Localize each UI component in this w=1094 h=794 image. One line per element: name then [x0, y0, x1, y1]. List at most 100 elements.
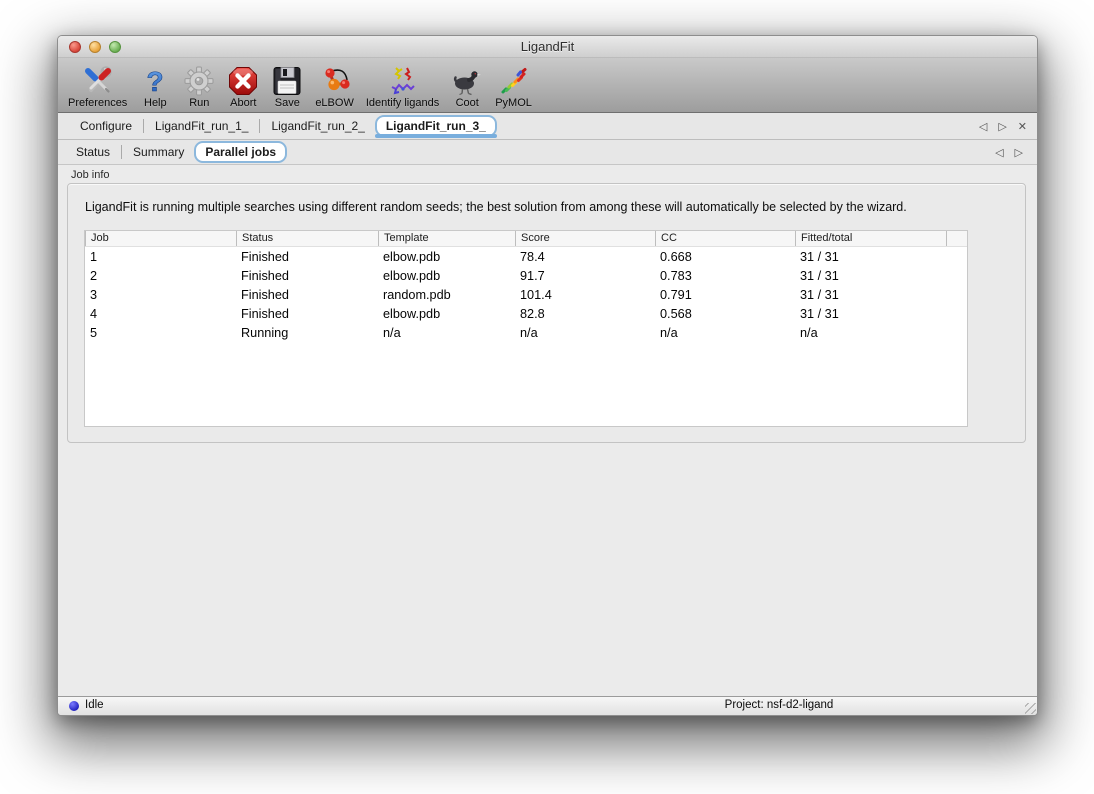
abort-button[interactable]: Abort: [221, 65, 265, 109]
tools-icon: [82, 65, 114, 97]
sub-tab-bar: Status Summary Parallel jobs ◁ ▷: [58, 140, 1037, 165]
table-row[interactable]: 4 Finished elbow.pdb 82.8 0.568 31 / 31: [85, 304, 967, 323]
run-button[interactable]: Run: [177, 65, 221, 109]
ligands-icon: [387, 65, 419, 97]
cell-score: 101.4: [515, 288, 655, 302]
toolbar-item-label: PyMOL: [495, 97, 532, 109]
stop-icon: [227, 65, 259, 97]
window-title: LigandFit: [58, 39, 1037, 54]
cell-fitted-total: n/a: [795, 326, 946, 340]
cell-score: 78.4: [515, 250, 655, 264]
question-icon: ?: [139, 65, 171, 97]
cell-score: 82.8: [515, 307, 655, 321]
column-header-score[interactable]: Score: [515, 231, 655, 246]
toolbar-item-label: Run: [189, 97, 209, 109]
tab-scroll-right-icon[interactable]: ▷: [1015, 147, 1023, 158]
sub-tab-nav: ◁ ▷: [995, 140, 1023, 164]
toolbar-item-label: Abort: [230, 97, 256, 109]
column-header-fitted-total[interactable]: Fitted/total: [795, 231, 946, 246]
cell-score: n/a: [515, 326, 655, 340]
helix-icon: [498, 65, 530, 97]
job-info-groupbox: LigandFit is running multiple searches u…: [67, 183, 1026, 443]
elbow-button[interactable]: eLBOW: [309, 65, 360, 109]
cell-job: 1: [85, 250, 236, 264]
table-row[interactable]: 5 Running n/a n/a n/a n/a: [85, 323, 967, 342]
tab-status[interactable]: Status: [66, 143, 120, 161]
cell-template: elbow.pdb: [378, 250, 515, 264]
cell-status: Finished: [236, 288, 378, 302]
preferences-button[interactable]: Preferences: [62, 65, 133, 109]
tab-scroll-right-icon[interactable]: ▷: [998, 121, 1006, 132]
column-header-job[interactable]: Job: [85, 231, 236, 246]
save-button[interactable]: Save: [265, 65, 309, 109]
tab-separator: [121, 145, 122, 159]
tab-scroll-left-icon[interactable]: ◁: [979, 121, 987, 132]
cell-job: 4: [85, 307, 236, 321]
cell-template: elbow.pdb: [378, 269, 515, 283]
tab-configure[interactable]: Configure: [70, 117, 142, 135]
help-button[interactable]: ? Help: [133, 65, 177, 109]
title-bar[interactable]: LigandFit: [58, 36, 1037, 58]
cell-template: elbow.pdb: [378, 307, 515, 321]
cell-fitted-total: 31 / 31: [795, 288, 946, 302]
toolbar-item-label: Coot: [456, 97, 479, 109]
main-tab-nav: ◁ ▷ ✕: [979, 113, 1027, 139]
pymol-button[interactable]: PyMOL: [489, 65, 538, 109]
table-row[interactable]: 2 Finished elbow.pdb 91.7 0.783 31 / 31: [85, 266, 967, 285]
resize-grip[interactable]: [1025, 703, 1036, 714]
cell-fitted-total: 31 / 31: [795, 307, 946, 321]
cell-cc: 0.668: [655, 250, 795, 264]
tab-close-icon[interactable]: ✕: [1018, 121, 1027, 132]
cell-score: 91.7: [515, 269, 655, 283]
cell-job: 3: [85, 288, 236, 302]
jobs-table: Job Status Template Score CC Fitted/tota…: [84, 230, 968, 427]
bird-icon: [451, 65, 483, 97]
parallel-jobs-panel: Job info LigandFit is running multiple s…: [58, 165, 1037, 696]
cell-cc: 0.783: [655, 269, 795, 283]
cell-status: Finished: [236, 307, 378, 321]
cell-cc: n/a: [655, 326, 795, 340]
status-bar: Idle Project: nsf-d2-ligand: [58, 696, 1037, 715]
svg-text:?: ?: [147, 66, 164, 97]
cell-job: 2: [85, 269, 236, 283]
toolbar-item-label: eLBOW: [315, 97, 354, 109]
cell-status: Finished: [236, 250, 378, 264]
status-text: Idle: [85, 699, 104, 711]
floppy-icon: [271, 65, 303, 97]
molecule-icon: [319, 65, 351, 97]
cell-template: n/a: [378, 326, 515, 340]
cell-cc: 0.791: [655, 288, 795, 302]
toolbar-item-label: Save: [275, 97, 300, 109]
main-tab-bar: Configure LigandFit_run_1_ LigandFit_run…: [58, 113, 1037, 140]
column-header-status[interactable]: Status: [236, 231, 378, 246]
job-info-description: LigandFit is running multiple searches u…: [85, 200, 907, 214]
jobs-table-header: Job Status Template Score CC Fitted/tota…: [85, 231, 967, 247]
project-label: Project: nsf-d2-ligand: [725, 699, 834, 711]
column-header-spacer: [946, 231, 967, 246]
tab-parallel-jobs[interactable]: Parallel jobs: [194, 141, 287, 163]
cell-cc: 0.568: [655, 307, 795, 321]
tab-ligandfit-run-2[interactable]: LigandFit_run_2_: [261, 117, 374, 135]
table-row[interactable]: 1 Finished elbow.pdb 78.4 0.668 31 / 31: [85, 247, 967, 266]
tab-scroll-left-icon[interactable]: ◁: [995, 147, 1003, 158]
toolbar-item-label: Preferences: [68, 97, 127, 109]
column-header-cc[interactable]: CC: [655, 231, 795, 246]
status-indicator-icon: [69, 701, 79, 711]
toolbar-item-label: Help: [144, 97, 167, 109]
toolbar: Preferences ? Help: [58, 58, 1037, 113]
coot-button[interactable]: Coot: [445, 65, 489, 109]
tab-separator: [143, 119, 144, 133]
table-row[interactable]: 3 Finished random.pdb 101.4 0.791 31 / 3…: [85, 285, 967, 304]
cell-status: Running: [236, 326, 378, 340]
job-info-group-label: Job info: [71, 169, 110, 181]
cell-job: 5: [85, 326, 236, 340]
gear-icon: [183, 65, 215, 97]
cell-status: Finished: [236, 269, 378, 283]
tab-ligandfit-run-3[interactable]: LigandFit_run_3_: [375, 115, 497, 137]
tab-ligandfit-run-1[interactable]: LigandFit_run_1_: [145, 117, 258, 135]
column-header-template[interactable]: Template: [378, 231, 515, 246]
tab-summary[interactable]: Summary: [123, 143, 194, 161]
cell-fitted-total: 31 / 31: [795, 250, 946, 264]
identify-ligands-button[interactable]: Identify ligands: [360, 65, 445, 109]
toolbar-item-label: Identify ligands: [366, 97, 439, 109]
